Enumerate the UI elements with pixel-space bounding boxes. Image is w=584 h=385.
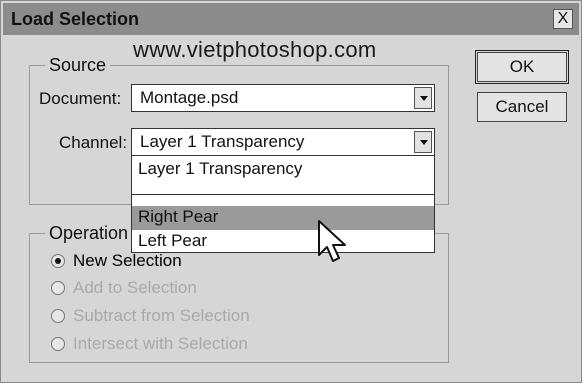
document-select[interactable]: Montage.psd	[131, 84, 435, 112]
dropdown-option[interactable]: Left Pear	[132, 230, 434, 254]
radio-label: Add to Selection	[73, 278, 197, 297]
document-value: Montage.psd	[140, 88, 239, 107]
window-title: Load Selection	[11, 9, 140, 29]
channel-label: Channel:	[59, 133, 128, 152]
cancel-button[interactable]: Cancel	[477, 92, 567, 122]
close-icon[interactable]: X	[553, 9, 573, 29]
ok-button[interactable]: OK	[475, 50, 569, 84]
radio-button	[51, 337, 65, 351]
dropdown-option[interactable]: Layer 1 Transparency	[132, 158, 434, 182]
watermark-text: www.vietphotoshop.com	[133, 37, 377, 62]
radio-button[interactable]	[51, 254, 65, 268]
channel-select[interactable]: Layer 1 Transparency	[131, 128, 435, 156]
title-bar: Load Selection X	[3, 3, 579, 35]
radio-label: Subtract from Selection	[73, 306, 250, 325]
radio-label: New Selection	[73, 251, 182, 270]
chevron-down-icon[interactable]	[414, 131, 432, 153]
source-group-label: Source	[45, 55, 111, 76]
channel-dropdown-list[interactable]: Layer 1 Transparency Right Pear Left Pea…	[131, 155, 435, 253]
dropdown-divider	[132, 194, 434, 195]
load-selection-dialog: Load Selection X www.vietphotoshop.com S…	[0, 0, 582, 383]
radio-button	[51, 309, 65, 323]
document-label: Document:	[39, 89, 122, 108]
radio-label: Intersect with Selection	[73, 334, 248, 353]
arrow-pointer-icon	[318, 220, 346, 262]
dropdown-separator	[132, 182, 434, 192]
dropdown-option-highlighted[interactable]: Right Pear	[132, 206, 434, 230]
operation-group-label: Operation	[45, 223, 133, 244]
radio-button	[51, 281, 65, 295]
chevron-down-icon[interactable]	[414, 87, 432, 109]
channel-value: Layer 1 Transparency	[140, 132, 305, 151]
